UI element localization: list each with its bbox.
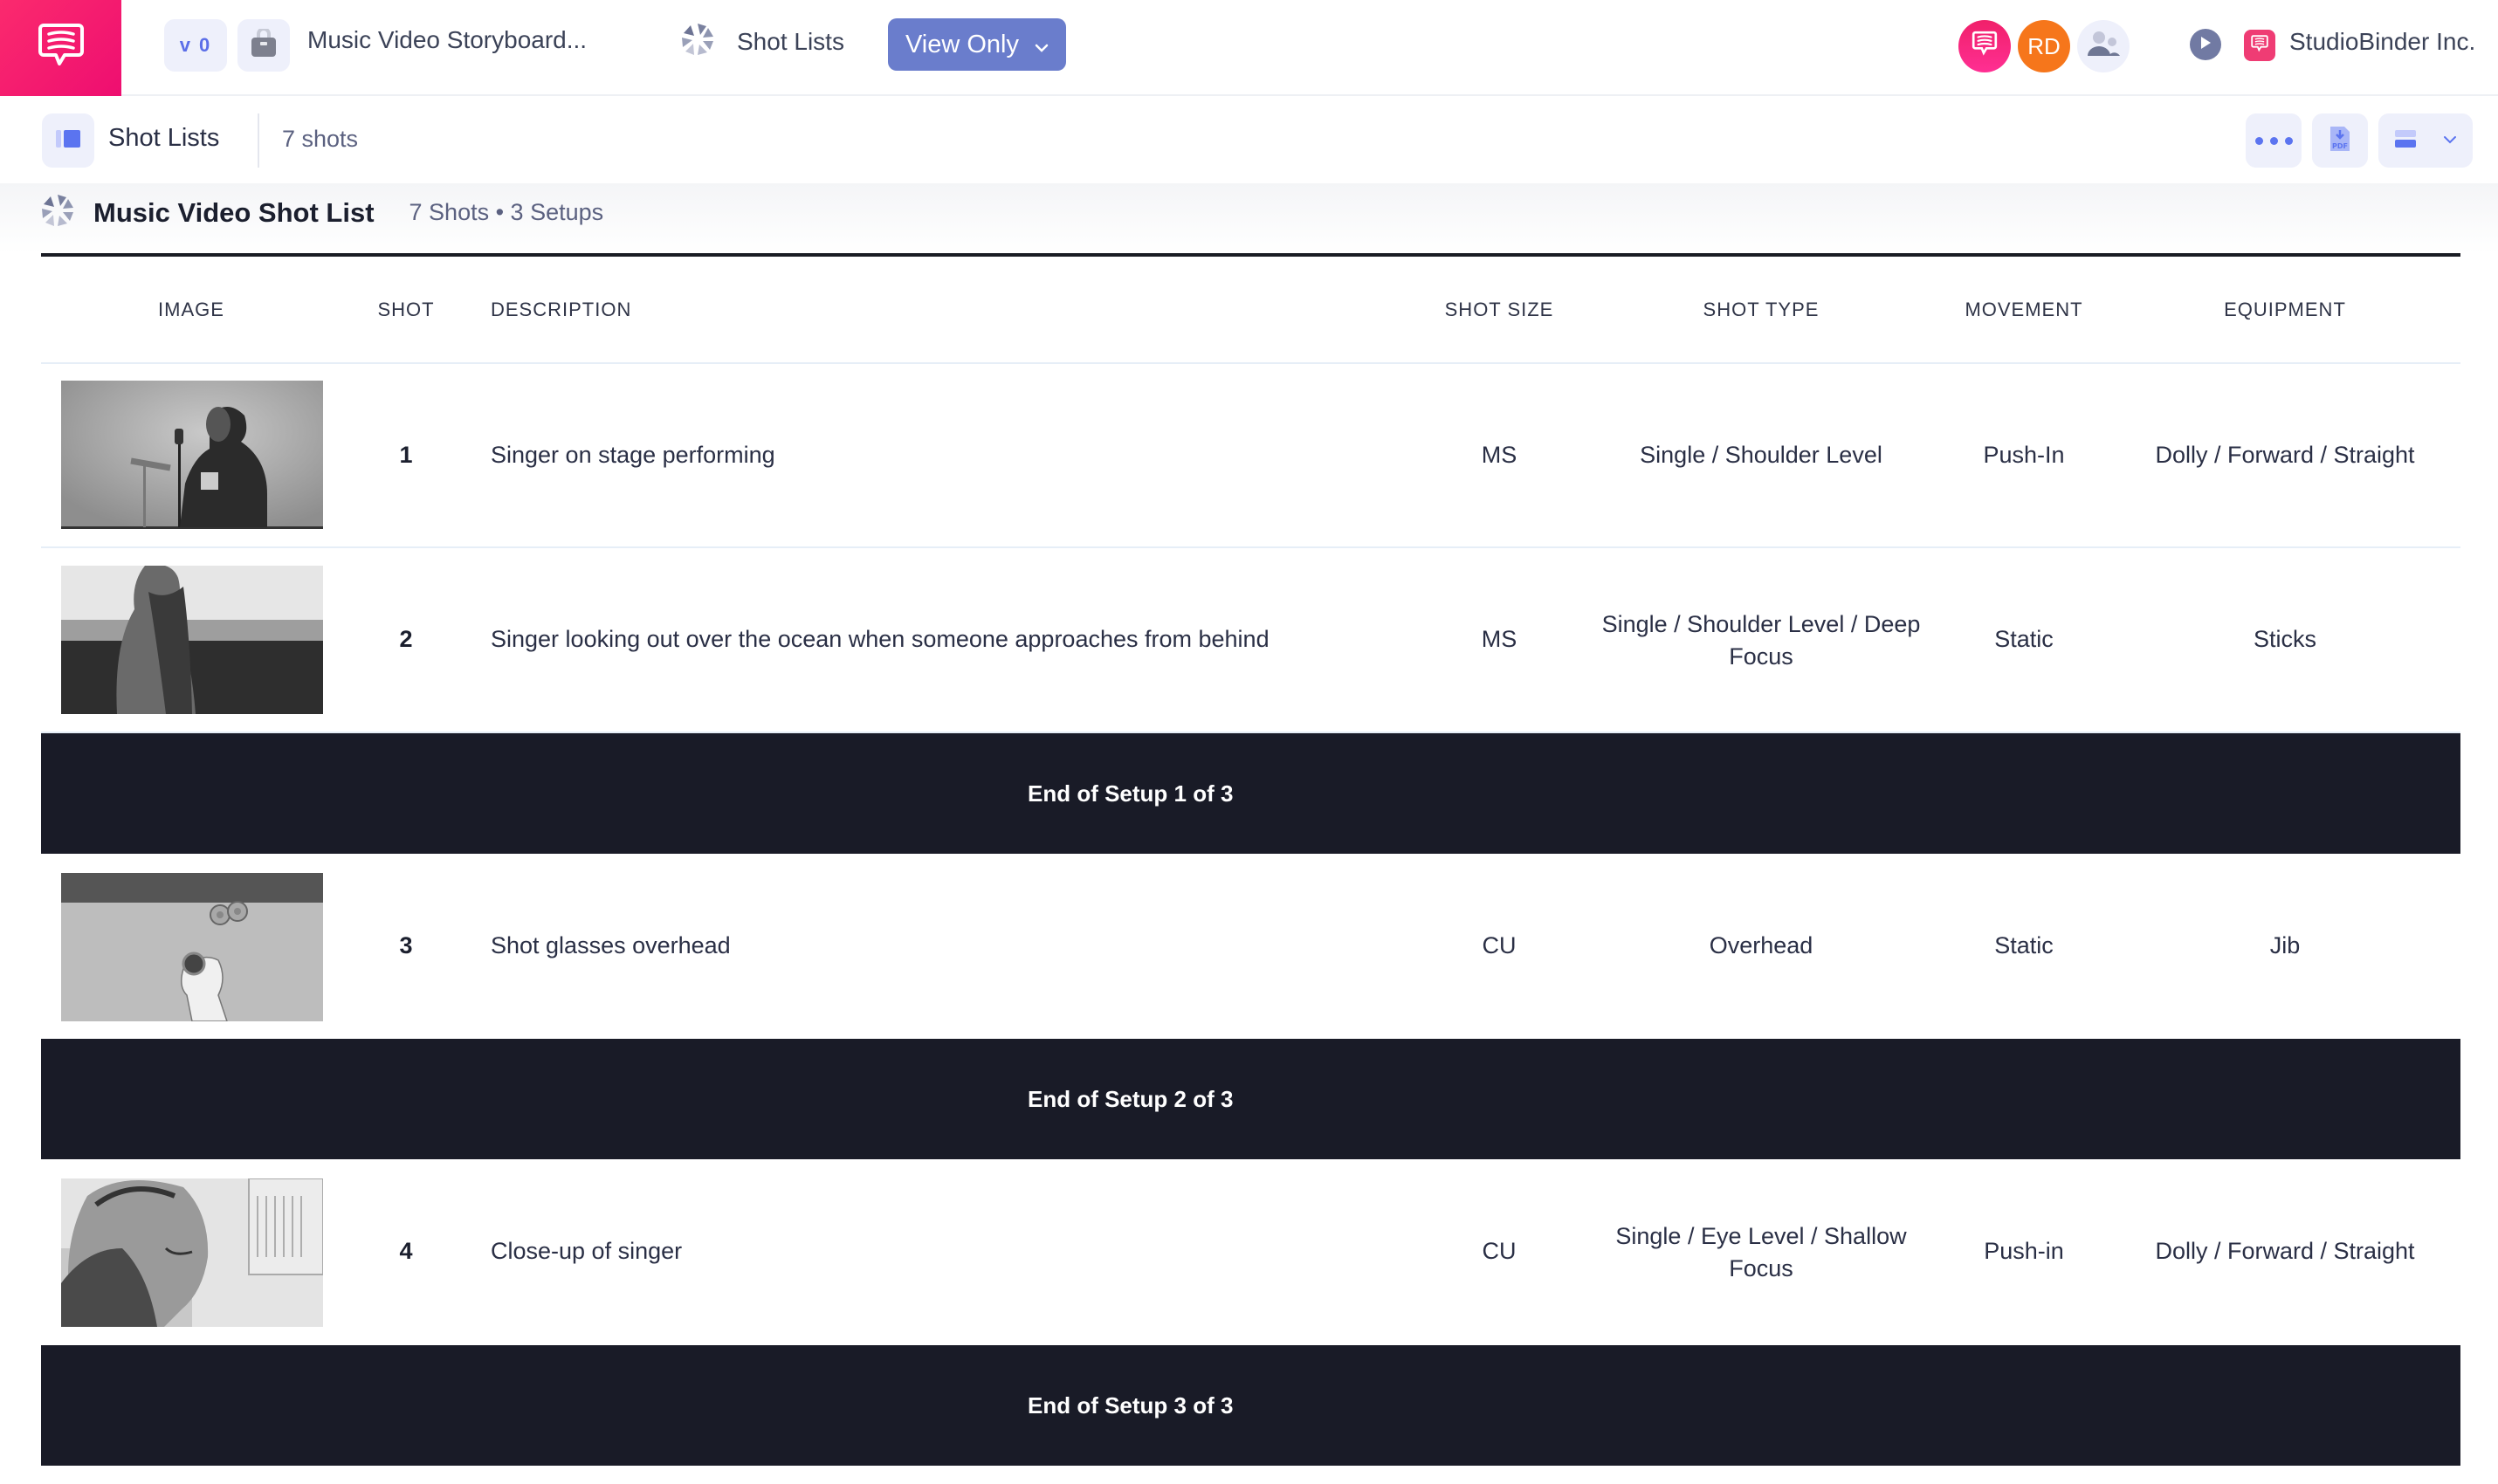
nav-shot-lists-label: Shot Lists <box>737 27 844 55</box>
column-header-image[interactable]: IMAGE <box>158 299 224 321</box>
shot-size[interactable]: MS <box>1482 626 1517 653</box>
more-options-button[interactable] <box>2246 113 2302 168</box>
shot-size[interactable]: CU <box>1483 1238 1517 1265</box>
version-badge[interactable]: v 0 <box>164 19 227 72</box>
shot-type[interactable]: Overhead <box>1710 932 1813 959</box>
org-logo[interactable] <box>2244 30 2275 61</box>
storyboard-thumbnail[interactable] <box>61 381 323 529</box>
aperture-icon <box>41 194 74 231</box>
storyboard-thumbnail[interactable] <box>61 566 323 714</box>
play-icon <box>2199 36 2212 54</box>
shot-list-meta: 7 Shots • 3 Setups <box>409 199 604 225</box>
chevron-down-icon <box>1035 31 1049 59</box>
studiobinder-chat-icon <box>2251 34 2268 58</box>
equipment[interactable]: Jib <box>2270 932 2301 959</box>
column-header-movement[interactable]: MOVEMENT <box>1965 299 2082 321</box>
app-logo[interactable] <box>0 0 121 96</box>
section-title: Shot Lists <box>108 124 220 152</box>
layout-toggle-icon <box>2394 128 2417 154</box>
movement[interactable]: Static <box>1994 626 2054 653</box>
setup-label: End of Setup 2 of 3 <box>1028 1085 1234 1112</box>
setup-divider: End of Setup 2 of 3 <box>41 1039 2460 1159</box>
movement[interactable]: Push-In <box>1983 442 2064 469</box>
header-rule <box>41 253 2460 257</box>
panel-icon <box>54 128 82 154</box>
view-only-label: View Only <box>905 30 1020 58</box>
header-divider <box>41 362 2460 364</box>
studiobinder-chat-icon <box>1972 30 1998 64</box>
briefcase-icon <box>250 26 278 63</box>
movement[interactable]: Push-in <box>1984 1238 2064 1265</box>
shot-size[interactable]: MS <box>1482 442 1517 469</box>
avatar-rd[interactable]: RD <box>2018 20 2070 72</box>
sidebar-toggle-button[interactable] <box>42 113 94 168</box>
shot-number: 4 <box>399 1238 413 1264</box>
nav-shot-lists[interactable]: Shot Lists <box>681 23 844 60</box>
shot-description[interactable]: Shot glasses overhead <box>491 932 731 959</box>
shot-description[interactable]: Close-up of singer <box>491 1238 682 1265</box>
column-header-description[interactable]: DESCRIPTION <box>491 299 631 321</box>
layout-toggle-button[interactable] <box>2378 113 2473 168</box>
shot-number: 2 <box>399 626 413 652</box>
view-only-dropdown[interactable]: View Only <box>888 18 1066 71</box>
setup-label: End of Setup 1 of 3 <box>1028 780 1234 807</box>
org-name[interactable]: StudioBinder Inc. <box>2289 28 2475 56</box>
equipment[interactable]: Dolly / Forward / Straight <box>2155 1238 2414 1265</box>
shot-count: 7 shots <box>282 126 359 152</box>
storyboard-thumbnail[interactable] <box>61 1178 323 1327</box>
sub-header: Shot Lists 7 shots PDF <box>0 98 2498 183</box>
column-header-shot-type[interactable]: SHOT TYPE <box>1703 299 1820 321</box>
column-header-shot-size[interactable]: SHOT SIZE <box>1445 299 1554 321</box>
shot-type[interactable]: Single / Shoulder Level / Deep Focus <box>1586 608 1936 673</box>
more-icon-dot <box>2284 136 2293 145</box>
shot-list-title[interactable]: Music Video Shot List <box>93 197 375 229</box>
setup-label: End of Setup 3 of 3 <box>1028 1391 1234 1419</box>
shot-type[interactable]: Single / Shoulder Level <box>1640 442 1882 469</box>
project-title[interactable]: Music Video Storyboard... <box>307 26 587 54</box>
setup-divider: End of Setup 1 of 3 <box>41 733 2460 854</box>
more-icon-dot <box>2269 136 2278 145</box>
shot-number: 1 <box>399 442 413 468</box>
sheet-title-row: Music Video Shot List 7 Shots • 3 Setups <box>41 194 603 231</box>
collaborator-avatars: RD <box>1958 20 2130 72</box>
project-button[interactable] <box>237 19 290 72</box>
shot-type[interactable]: Single / Eye Level / Shallow Focus <box>1586 1220 1936 1285</box>
storyboard-thumbnail[interactable] <box>61 873 323 1021</box>
shot-number: 3 <box>399 932 413 958</box>
top-bar: v 0 Music Video Storyboard... Shot Lists… <box>0 0 2498 96</box>
shot-description[interactable]: Singer on stage performing <box>491 442 775 469</box>
equipment[interactable]: Dolly / Forward / Straight <box>2155 442 2414 469</box>
setup-divider: End of Setup 3 of 3 <box>41 1345 2460 1466</box>
team-icon <box>2085 30 2122 64</box>
pdf-download-icon: PDF <box>2329 125 2351 157</box>
chevron-down-icon <box>2443 133 2457 148</box>
share-team-button[interactable] <box>2077 20 2130 72</box>
shot-description[interactable]: Singer looking out over the ocean when s… <box>491 626 1270 653</box>
play-tutorial-button[interactable] <box>2190 29 2221 60</box>
aperture-icon <box>681 23 714 60</box>
row-divider <box>41 546 2460 548</box>
studiobinder-chat-icon <box>38 20 84 77</box>
svg-text:PDF: PDF <box>2332 142 2348 150</box>
column-header-shot[interactable]: SHOT <box>377 299 434 321</box>
more-icon <box>2254 136 2263 145</box>
column-header-equipment[interactable]: EQUIPMENT <box>2224 299 2346 321</box>
movement[interactable]: Static <box>1994 932 2054 959</box>
export-pdf-button[interactable]: PDF <box>2312 113 2368 168</box>
shot-size[interactable]: CU <box>1483 932 1517 959</box>
equipment[interactable]: Sticks <box>2254 626 2316 653</box>
divider <box>258 113 259 168</box>
avatar-studiobinder[interactable] <box>1958 20 2011 72</box>
